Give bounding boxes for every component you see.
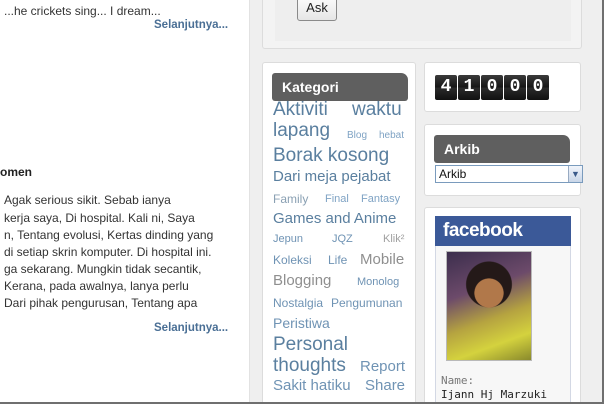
tag-mobile[interactable]: Mobile xyxy=(360,251,404,268)
tag-borak-kosong[interactable]: Borak kosong xyxy=(273,145,389,167)
tag-lapang[interactable]: lapang xyxy=(273,120,330,142)
counter-digit: 0 xyxy=(481,75,503,100)
read-more-link[interactable]: Selanjutnya... xyxy=(154,322,228,334)
visitor-counter-widget: 41000 xyxy=(424,62,581,112)
tag-thoughts[interactable]: thoughts xyxy=(273,355,346,377)
tag-family[interactable]: Family xyxy=(273,192,308,206)
tag-monolog[interactable]: Monolog xyxy=(357,276,399,288)
tag-aktiviti[interactable]: Aktiviti xyxy=(273,99,328,121)
tag-nostalgia[interactable]: Nostalgia xyxy=(273,296,323,310)
visitor-counter: 41000 xyxy=(435,75,549,100)
tag-life[interactable]: Life xyxy=(328,253,347,267)
counter-digit: 0 xyxy=(504,75,526,100)
post-snippet-line: ...he crickets sing... I dream... xyxy=(4,4,161,18)
tag-koleksi[interactable]: Koleksi xyxy=(273,253,312,267)
post-line: Dari pihak pengurusan, Tentang apa xyxy=(4,296,198,310)
profile-name[interactable]: Ijann Hj Marzuki xyxy=(441,388,547,401)
counter-digit: 1 xyxy=(458,75,480,100)
tag-waktu[interactable]: waktu xyxy=(352,99,402,121)
chevron-down-icon[interactable]: ▼ xyxy=(568,166,582,182)
kategori-widget: Kategori Aktiviti waktu lapang Blog hebat Bor… xyxy=(262,62,416,404)
tag-report[interactable]: Report xyxy=(360,358,405,375)
name-label: Name: xyxy=(441,374,475,387)
tag-blog[interactable]: Blog xyxy=(347,130,367,141)
kategori-title: Kategori xyxy=(272,73,408,101)
arkib-select[interactable]: Arkib ▼ xyxy=(435,165,583,183)
tag-fantasy[interactable]: Fantasy xyxy=(361,193,400,205)
tag-share[interactable]: Share xyxy=(365,377,405,394)
facebook-profile: Name: Ijann Hj Marzuki xyxy=(435,246,571,404)
ask-widget: Ask xyxy=(262,0,582,49)
counter-digit: 0 xyxy=(527,75,549,100)
tag-hebat[interactable]: hebat xyxy=(379,130,404,141)
tag-sakit-hatiku[interactable]: Sakit hatiku xyxy=(273,377,351,394)
post-line: Agak serious sikit. Sebab ianya xyxy=(4,193,171,207)
ask-button[interactable]: Ask xyxy=(297,0,337,21)
arkib-title: Arkib xyxy=(434,135,570,163)
tag-blogging[interactable]: Blogging xyxy=(273,272,331,289)
arkib-widget: Arkib Arkib ▼ xyxy=(424,124,583,196)
tag-pengumunan[interactable]: Pengumunan xyxy=(331,296,402,310)
tag-peristiwa[interactable]: Peristiwa xyxy=(273,315,330,331)
post-line: kerja saya, Di hospital. Kali ni, Saya xyxy=(4,211,195,225)
post-column: ...he crickets sing... I dream... Selanj… xyxy=(0,0,250,404)
profile-photo[interactable] xyxy=(446,251,532,361)
tag-games-and-anime[interactable]: Games and Anime xyxy=(273,210,396,227)
tag-klik[interactable]: Klik² xyxy=(383,233,404,245)
tag-final[interactable]: Final xyxy=(325,193,349,205)
post-line: n, Tentang evolusi, Kertas dinding yang xyxy=(4,228,214,242)
facebook-widget: facebook Name: Ijann Hj Marzuki xyxy=(424,207,581,404)
tag-personal[interactable]: Personal xyxy=(273,334,348,356)
ask-panel: Ask xyxy=(275,0,571,41)
tag-jepun[interactable]: Jepun xyxy=(273,233,303,245)
counter-digit: 4 xyxy=(435,75,457,100)
tag-jqz[interactable]: JQZ xyxy=(332,233,353,245)
post-line: Kerana, pada awalnya, lanya perlu xyxy=(4,279,189,293)
read-more-link[interactable]: Selanjutnya... xyxy=(154,19,228,31)
tag-dari-meja-pejabat[interactable]: Dari meja pejabat xyxy=(273,168,391,185)
facebook-logo[interactable]: facebook xyxy=(435,216,571,246)
post-line: di setiap skrin komputer. Di hospital in… xyxy=(4,245,212,259)
arkib-selected-value: Arkib xyxy=(439,167,467,181)
post-line: ga sekarang. Mungkin tidak secantik, xyxy=(4,262,202,276)
post-title[interactable]: omen xyxy=(0,165,32,179)
